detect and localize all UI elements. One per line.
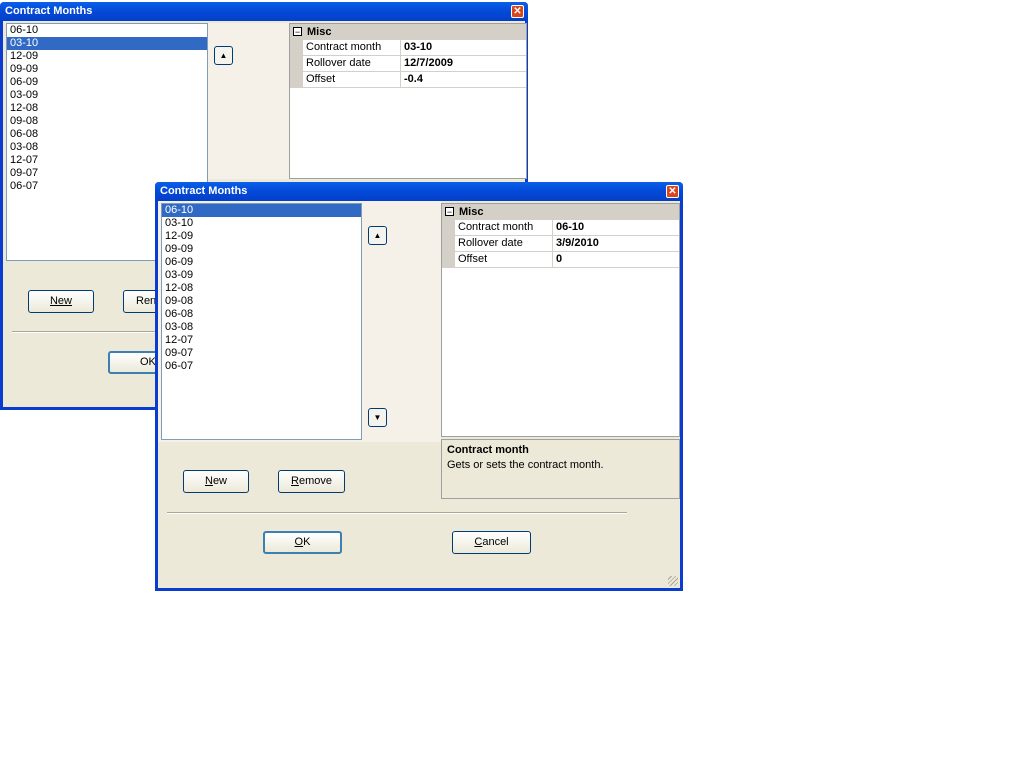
property-row[interactable]: Contract month 06-10 [442, 220, 679, 236]
front-pg-category: − Misc [442, 204, 679, 220]
front-months-list[interactable]: 06-10 03-10 12-09 09-09 06-09 03-09 12-08 09-08… [161, 203, 362, 440]
list-item[interactable]: 03-10 [7, 37, 207, 50]
property-row[interactable]: Rollover date 3/9/2010 [442, 236, 679, 252]
back-property-grid[interactable]: − Misc Contract month 03-10 Rollover date 1… [289, 23, 527, 179]
list-item[interactable]: 09-09 [162, 243, 361, 256]
description-title: Contract month [447, 444, 529, 456]
property-row[interactable]: Rollover date 12/7/2009 [290, 56, 526, 72]
description-text: Gets or sets the contract month. [447, 459, 604, 471]
list-item[interactable]: 09-07 [162, 347, 361, 360]
property-splitter[interactable] [552, 236, 553, 252]
front-title: Contract Months [160, 185, 248, 197]
list-item[interactable]: 06-09 [7, 76, 207, 89]
new-button[interactable]: New [183, 470, 249, 493]
list-item[interactable]: 12-09 [162, 230, 361, 243]
property-gutter [442, 252, 455, 268]
property-name: Contract month [306, 41, 382, 53]
front-dialog: Contract Months ✕ 06-10 03-10 12-09 09-09 06… [155, 182, 683, 591]
list-item[interactable]: 09-08 [7, 115, 207, 128]
list-item[interactable]: 12-07 [7, 154, 207, 167]
property-row[interactable]: Offset 0 [442, 252, 679, 268]
back-separator [12, 331, 162, 333]
list-item[interactable]: 03-09 [162, 269, 361, 282]
property-gutter [290, 56, 303, 72]
property-splitter[interactable] [552, 220, 553, 236]
collapse-minus-icon[interactable]: − [293, 27, 302, 37]
collapse-minus-icon[interactable]: − [445, 207, 454, 217]
back-new-button[interactable]: New [28, 290, 94, 313]
list-item[interactable]: 12-07 [162, 334, 361, 347]
list-item[interactable]: 12-08 [7, 102, 207, 115]
property-name: Rollover date [306, 57, 371, 69]
property-name: Offset [306, 73, 336, 85]
list-item[interactable]: 06-10 [7, 24, 207, 37]
property-row[interactable]: Offset -0.4 [290, 72, 526, 88]
list-item[interactable]: 09-09 [7, 63, 207, 76]
property-value[interactable]: 06-10 [556, 220, 584, 235]
property-splitter[interactable] [400, 40, 401, 56]
property-gutter [290, 40, 303, 56]
list-item[interactable]: 09-08 [162, 295, 361, 308]
property-row[interactable]: Contract month 03-10 [290, 40, 526, 56]
arrow-up-icon[interactable]: ▲ [214, 46, 233, 65]
property-gutter [290, 72, 303, 88]
list-item[interactable]: 09-07 [7, 167, 207, 180]
back-title: Contract Months [5, 5, 93, 17]
arrow-down-icon[interactable]: ▼ [368, 408, 387, 427]
back-pg-category: − Misc [290, 24, 526, 40]
property-splitter[interactable] [552, 252, 553, 268]
list-item[interactable]: 03-09 [7, 89, 207, 102]
property-splitter[interactable] [400, 72, 401, 88]
front-description-panel: Contract month Gets or sets the contract… [441, 439, 680, 499]
remove-button[interactable]: Remove [278, 470, 345, 493]
back-titlebar[interactable]: Contract Months ✕ [0, 2, 528, 21]
list-item[interactable]: 03-08 [7, 141, 207, 154]
list-item[interactable]: 06-07 [162, 360, 361, 373]
property-gutter [442, 220, 455, 236]
front-titlebar[interactable]: Contract Months ✕ [155, 182, 683, 201]
property-value[interactable]: 12/7/2009 [404, 56, 453, 71]
property-name: Contract month [458, 221, 534, 233]
property-name: Rollover date [458, 237, 523, 249]
list-item[interactable]: 03-08 [162, 321, 361, 334]
list-item[interactable]: 06-09 [162, 256, 361, 269]
property-gutter [442, 236, 455, 252]
list-item[interactable]: 06-08 [162, 308, 361, 321]
resize-grip-icon[interactable] [668, 576, 678, 586]
close-icon[interactable]: ✕ [511, 5, 524, 18]
property-name: Offset [458, 253, 488, 265]
list-item[interactable]: 06-10 [162, 204, 361, 217]
property-value[interactable]: -0.4 [404, 72, 423, 87]
list-item[interactable]: 12-09 [7, 50, 207, 63]
list-item[interactable]: 12-08 [162, 282, 361, 295]
property-value[interactable]: 3/9/2010 [556, 236, 599, 251]
cancel-button[interactable]: Cancel [452, 531, 531, 554]
list-item[interactable]: 03-10 [162, 217, 361, 230]
front-separator [167, 512, 627, 514]
property-value[interactable]: 03-10 [404, 40, 432, 55]
arrow-up-icon[interactable]: ▲ [368, 226, 387, 245]
list-item[interactable]: 06-08 [7, 128, 207, 141]
property-value[interactable]: 0 [556, 252, 562, 267]
close-icon[interactable]: ✕ [666, 185, 679, 198]
property-splitter[interactable] [400, 56, 401, 72]
front-property-grid[interactable]: − Misc Contract month 06-10 Rollover date 3… [441, 203, 680, 437]
ok-button[interactable]: OK [263, 531, 342, 554]
